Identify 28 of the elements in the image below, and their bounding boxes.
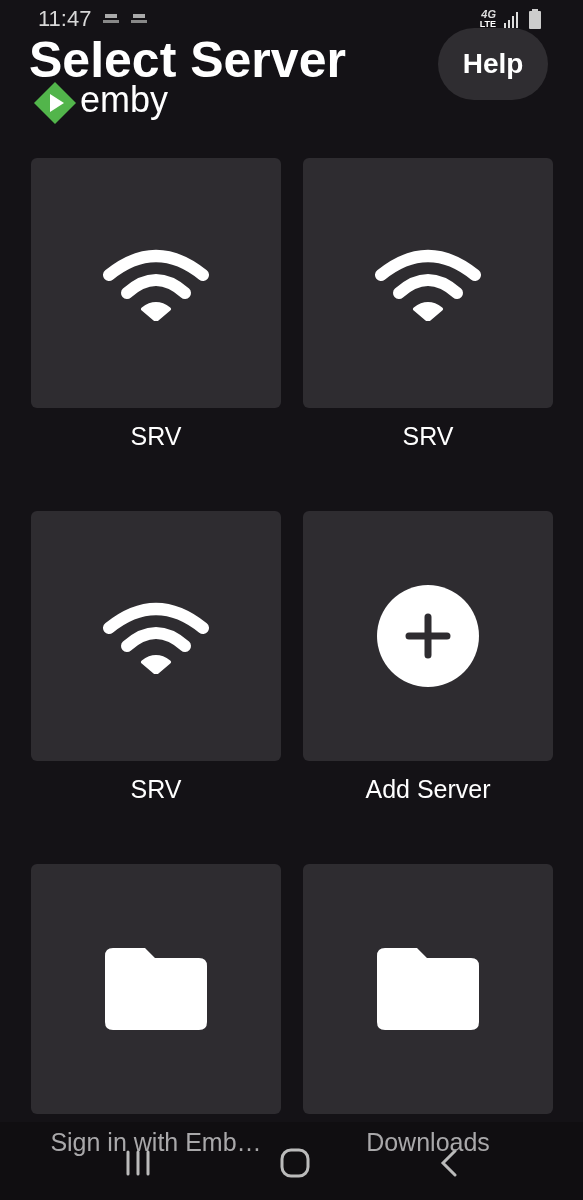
news-icon <box>103 13 120 25</box>
tile-label: SRV <box>130 774 182 805</box>
logo-text: emby <box>80 82 169 118</box>
news-icon <box>131 13 148 25</box>
back-icon[interactable] <box>440 1149 459 1177</box>
server-tile[interactable] <box>303 864 553 1114</box>
server-tile[interactable] <box>303 511 553 761</box>
signal-icon <box>504 10 521 28</box>
tile-label: Add Server <box>365 774 491 805</box>
battery-icon <box>529 9 541 29</box>
home-icon[interactable] <box>280 1148 311 1178</box>
folder-icon <box>105 948 207 1030</box>
network-subtype: LTE <box>479 20 496 29</box>
recent-apps-icon[interactable] <box>124 1150 151 1176</box>
network-type: 4G <box>481 9 496 20</box>
status-time: 11:47 <box>38 8 92 30</box>
server-tile[interactable] <box>303 158 553 408</box>
tile-label: Downloads <box>366 1127 490 1158</box>
tile-label: SRV <box>130 421 182 452</box>
logo-icon <box>34 82 76 124</box>
server-tile[interactable] <box>31 158 281 408</box>
server-tile[interactable] <box>31 864 281 1114</box>
tile-label: SRV <box>402 421 454 452</box>
help-button[interactable]: Help <box>438 28 548 100</box>
tile-label: Sign in with Emb… <box>50 1127 262 1158</box>
folder-icon <box>377 948 479 1030</box>
server-tile[interactable] <box>31 511 281 761</box>
add-icon <box>377 585 479 687</box>
